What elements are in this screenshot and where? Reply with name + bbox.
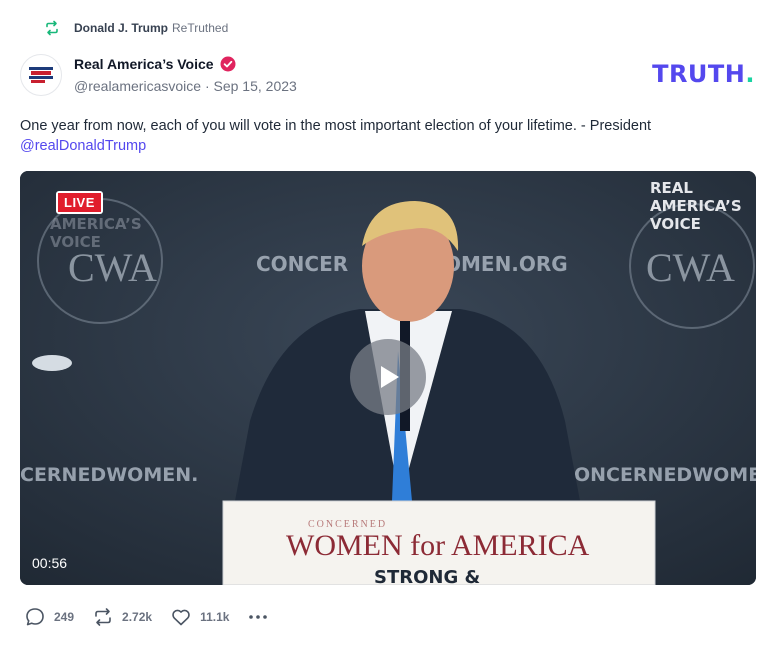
reply-icon (26, 608, 44, 626)
like-icon (172, 609, 190, 626)
meta-separator: · (204, 78, 210, 94)
retruth-icon (46, 20, 58, 36)
video-player[interactable]: CWA CWA CONCER OMEN.ORG CERNEDWOMEN. CON… (20, 171, 756, 585)
author-meta: @realamericasvoice · Sep 15, 2023 (74, 78, 297, 94)
play-icon (381, 366, 399, 388)
avatar[interactable] (20, 54, 62, 96)
podium-main-text: WOMEN for AMERICA (286, 529, 590, 562)
retruth-button[interactable]: 2.72k (92, 606, 152, 628)
live-badge: LIVE (56, 191, 103, 214)
watermark-ghost-2: VOICE (50, 233, 101, 251)
like-button[interactable]: 11.1k (170, 606, 229, 628)
backdrop-text-lower-right: CONCERNEDWOME (560, 464, 756, 486)
truth-logo-dot: . (745, 60, 755, 88)
watermark-ghost-1: AMERICA’S (50, 215, 142, 233)
verified-icon (220, 56, 236, 72)
watermark-line-2: AMERICA’S (650, 197, 742, 215)
action-bar: 249 2.72k 11.1k (24, 606, 269, 628)
podium-sub-text: STRONG & (374, 567, 480, 585)
avatar-logo (29, 67, 53, 83)
truth-logo-text: TRUTH (652, 60, 746, 88)
author-handle[interactable]: @realamericasvoice (74, 78, 201, 94)
live-label: LIVE (58, 193, 101, 212)
seal-text-right: CWA (646, 245, 735, 290)
retruth-icon (95, 608, 111, 626)
mention-link[interactable]: @realDonaldTrump (20, 138, 146, 154)
post-body: One year from now, each of you will vote… (20, 118, 652, 134)
author-block: Real America’s Voice @realamericasvoice … (20, 54, 297, 96)
post-date[interactable]: Sep 15, 2023 (214, 78, 297, 94)
retruth-header: Donald J. Trump ReTruthed (44, 18, 228, 38)
reply-count: 249 (54, 610, 75, 624)
retruth-user-link[interactable]: Donald J. Trump (74, 21, 168, 35)
author-name[interactable]: Real America’s Voice (74, 56, 214, 72)
seal-text-left: CWA (68, 245, 157, 290)
backdrop-text-right: OMEN.ORG (444, 252, 568, 276)
retruth-label: ReTruthed (172, 21, 229, 35)
truth-logo[interactable]: TRUTH. (652, 60, 755, 88)
more-button[interactable] (247, 606, 269, 628)
play-button[interactable] (350, 339, 426, 415)
watermark-line-1: REAL (650, 179, 693, 197)
watermark-line-3: VOICE (650, 215, 701, 233)
video-duration: 00:56 (32, 555, 68, 571)
backdrop-text-lower-left: CERNEDWOMEN. (20, 464, 198, 486)
backdrop-text-left: CONCER (256, 252, 348, 276)
retruth-count: 2.72k (122, 610, 153, 624)
post-text: One year from now, each of you will vote… (20, 116, 750, 156)
more-icon (249, 615, 268, 619)
like-count: 11.1k (200, 610, 230, 624)
reply-button[interactable]: 249 (24, 606, 74, 628)
